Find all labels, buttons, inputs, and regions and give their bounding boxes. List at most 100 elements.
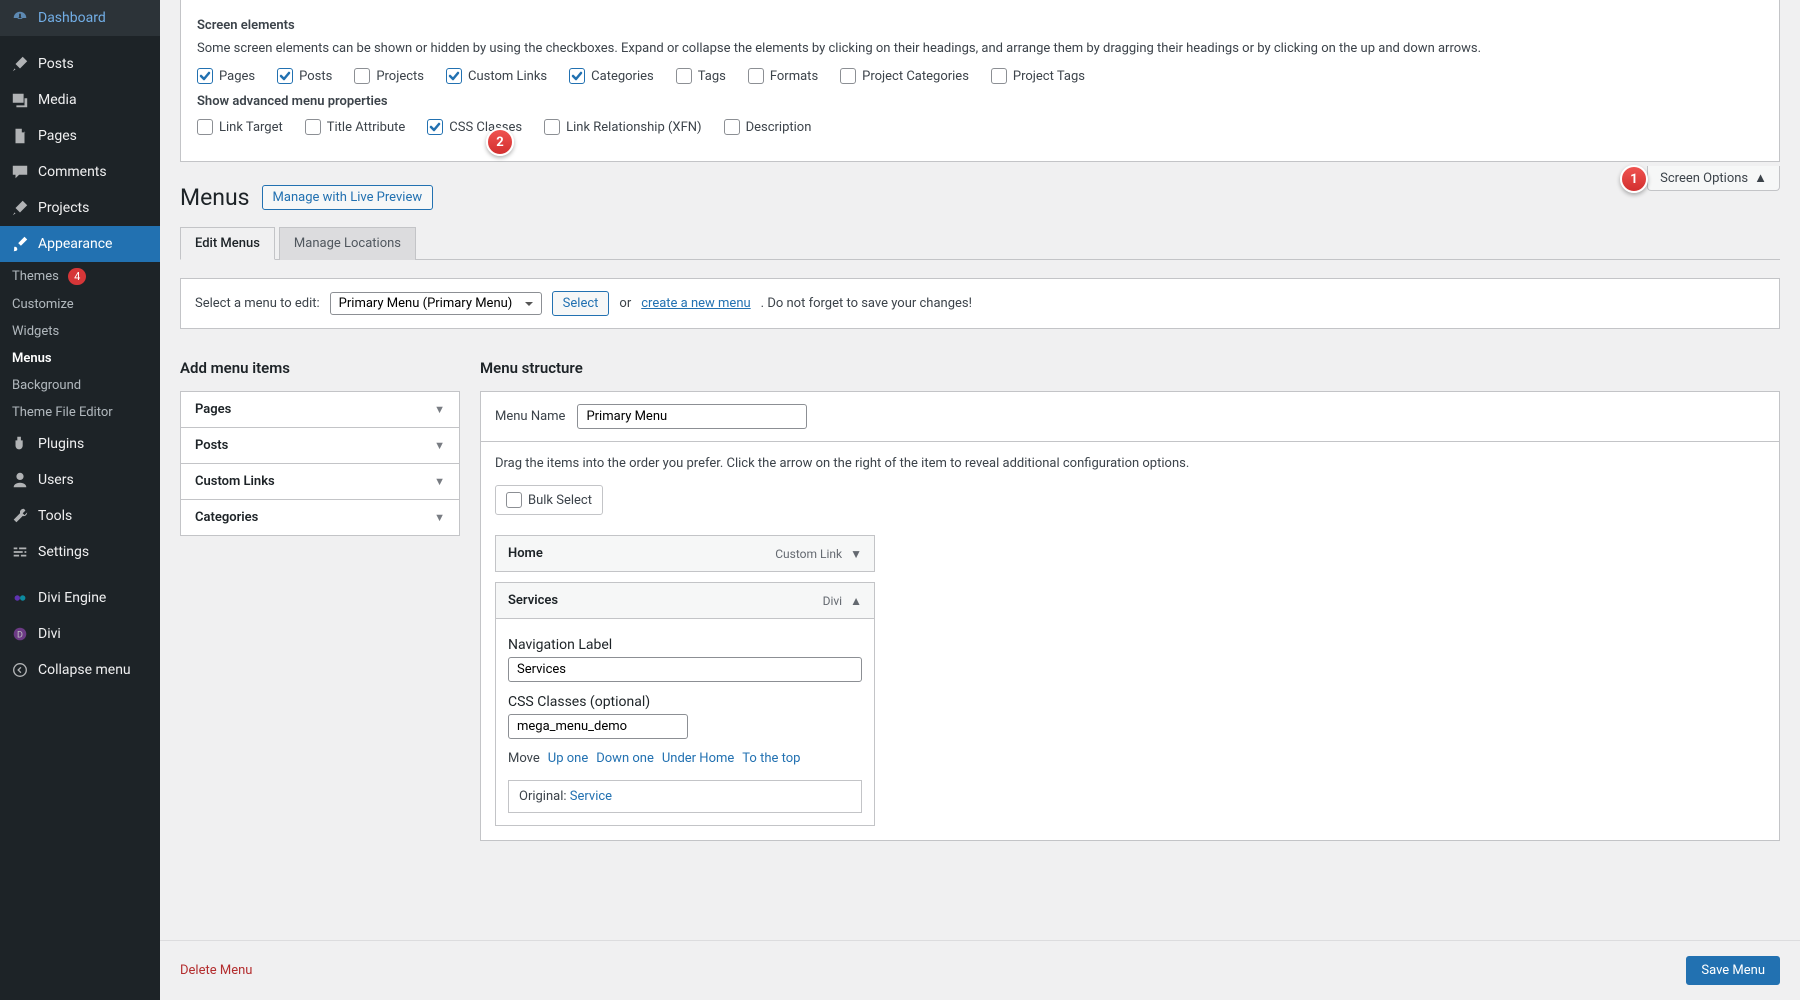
sidebar-item-label: Appearance: [38, 236, 150, 252]
annotation-1: 1: [1620, 165, 1648, 193]
sidebar-item-settings[interactable]: Settings: [0, 534, 160, 570]
menu-item-home: Home Custom Link ▼: [495, 535, 875, 572]
checkbox-icon: [676, 68, 692, 84]
sidebar-item-label: Comments: [38, 164, 150, 180]
checkbox-icon: [840, 68, 856, 84]
checkbox-formats[interactable]: Formats: [748, 68, 818, 84]
submenu-menus[interactable]: Menus: [0, 345, 160, 372]
sidebar-item-label: Settings: [38, 544, 150, 560]
accordion-custom-links[interactable]: Custom Links▼: [181, 464, 459, 500]
pin-icon: [10, 198, 30, 218]
sidebar-item-divi-engine[interactable]: Divi Engine: [0, 580, 160, 616]
save-menu-button[interactable]: Save Menu: [1686, 956, 1780, 985]
checkbox-project-categories[interactable]: Project Categories: [840, 68, 969, 84]
accordion-categories[interactable]: Categories▼: [181, 500, 459, 535]
divi-engine-icon: [10, 588, 30, 608]
sidebar-item-label: Divi: [38, 626, 150, 642]
delete-menu-link[interactable]: Delete Menu: [180, 963, 252, 978]
checkbox-pages[interactable]: Pages: [197, 68, 255, 84]
select-button[interactable]: Select: [552, 291, 610, 316]
submenu-theme-file-editor[interactable]: Theme File Editor: [0, 399, 160, 426]
submenu-themes[interactable]: Themes 4: [0, 262, 160, 291]
move-down-link[interactable]: Down one: [596, 751, 654, 766]
checkbox-categories[interactable]: Categories: [569, 68, 654, 84]
sidebar-item-dashboard[interactable]: Dashboard: [0, 0, 160, 36]
checkbox-icon: [277, 68, 293, 84]
checkbox-icon: [724, 119, 740, 135]
tab-edit-menus[interactable]: Edit Menus: [180, 227, 275, 260]
main-content: Screen elements Some screen elements can…: [160, 0, 1800, 1000]
submenu-widgets[interactable]: Widgets: [0, 318, 160, 345]
nav-tabs: Edit Menus Manage Locations: [180, 227, 1780, 260]
menu-item-title: Home: [508, 546, 543, 561]
submenu-customize[interactable]: Customize: [0, 291, 160, 318]
sidebar-item-plugins[interactable]: Plugins: [0, 426, 160, 462]
user-icon: [10, 470, 30, 490]
sidebar-item-collapse[interactable]: Collapse menu: [0, 652, 160, 688]
tab-manage-locations[interactable]: Manage Locations: [279, 227, 416, 260]
advanced-props-title: Show advanced menu properties: [197, 94, 1763, 109]
menu-name-input[interactable]: [577, 404, 807, 429]
checkbox-icon: [305, 119, 321, 135]
sidebar-item-label: Media: [38, 92, 150, 108]
menu-name-label: Menu Name: [495, 409, 565, 424]
menu-item-bar[interactable]: Home Custom Link ▼: [496, 536, 874, 571]
pin-icon: [10, 54, 30, 74]
checkbox-icon: [354, 68, 370, 84]
accordion-posts[interactable]: Posts▼: [181, 428, 459, 464]
sidebar-item-posts[interactable]: Posts: [0, 46, 160, 82]
checkbox-project-tags[interactable]: Project Tags: [991, 68, 1085, 84]
menu-select[interactable]: Primary Menu (Primary Menu): [330, 292, 542, 315]
sidebar-item-tools[interactable]: Tools: [0, 498, 160, 534]
add-menu-items-title: Add menu items: [180, 359, 460, 377]
update-badge: 4: [68, 268, 86, 285]
sidebar-item-appearance[interactable]: Appearance: [0, 226, 160, 262]
move-top-link[interactable]: To the top: [742, 751, 800, 766]
navigation-label-title: Navigation Label: [508, 637, 862, 653]
footer-bar: Delete Menu Save Menu: [160, 940, 1800, 1000]
checkbox-projects[interactable]: Projects: [354, 68, 424, 84]
menu-structure-box: Menu Name Drag the items into the order …: [480, 391, 1780, 841]
sidebar-item-divi[interactable]: D Divi: [0, 616, 160, 652]
checkbox-icon: [569, 68, 585, 84]
sidebar-item-label: Plugins: [38, 436, 150, 452]
sidebar-item-media[interactable]: Media: [0, 82, 160, 118]
chevron-up-icon: ▲: [1754, 170, 1767, 186]
checkbox-icon: [197, 119, 213, 135]
move-controls: Move Up one Down one Under Home To the t…: [508, 751, 862, 766]
move-under-link[interactable]: Under Home: [662, 751, 734, 766]
sidebar-item-projects[interactable]: Projects: [0, 190, 160, 226]
menu-item-bar[interactable]: Services Divi ▲: [496, 583, 874, 618]
chevron-down-icon: ▼: [850, 547, 862, 561]
sidebar-item-pages[interactable]: Pages: [0, 118, 160, 154]
original-link[interactable]: Service: [570, 789, 612, 804]
create-new-menu-link[interactable]: create a new menu: [641, 296, 750, 311]
checkbox-icon: [748, 68, 764, 84]
chevron-down-icon: ▼: [434, 511, 445, 524]
sidebar-item-users[interactable]: Users: [0, 462, 160, 498]
menu-select-row: Select a menu to edit: Primary Menu (Pri…: [180, 278, 1780, 329]
checkbox-icon: [544, 119, 560, 135]
chevron-down-icon: ▼: [434, 475, 445, 488]
sidebar-item-comments[interactable]: Comments: [0, 154, 160, 190]
menu-item-type: Divi ▲: [823, 594, 862, 608]
sidebar-item-label: Dashboard: [38, 10, 150, 26]
checkbox-description[interactable]: Description: [724, 119, 812, 135]
bulk-select-checkbox[interactable]: Bulk Select: [495, 485, 603, 515]
css-classes-input[interactable]: [508, 714, 688, 739]
checkbox-posts[interactable]: Posts: [277, 68, 332, 84]
advanced-props-checkboxes: Link TargetTitle AttributeCSS ClassesLin…: [197, 119, 1763, 135]
checkbox-link-target[interactable]: Link Target: [197, 119, 283, 135]
accordion-pages[interactable]: Pages▼: [181, 392, 459, 428]
manage-live-preview-button[interactable]: Manage with Live Preview: [262, 185, 434, 210]
navigation-label-input[interactable]: [508, 657, 862, 682]
checkbox-custom-links[interactable]: Custom Links: [446, 68, 547, 84]
screen-options-toggle[interactable]: Screen Options ▲: [1647, 166, 1780, 191]
admin-sidebar: Dashboard Posts Media Pages Comments Pro…: [0, 0, 160, 1000]
submenu-background[interactable]: Background: [0, 372, 160, 399]
checkbox-title-attribute[interactable]: Title Attribute: [305, 119, 406, 135]
checkbox-link-relationship-xfn-[interactable]: Link Relationship (XFN): [544, 119, 701, 135]
move-up-link[interactable]: Up one: [548, 751, 588, 766]
sidebar-item-label: Posts: [38, 56, 150, 72]
checkbox-tags[interactable]: Tags: [676, 68, 726, 84]
